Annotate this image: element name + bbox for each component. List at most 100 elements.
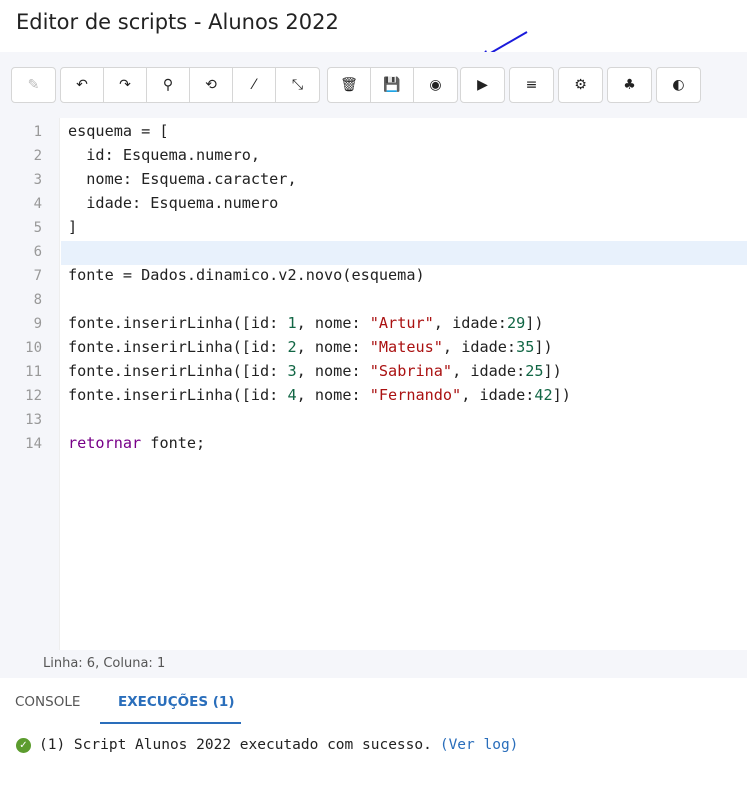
active-tab-indicator [100, 722, 241, 724]
code-token: esquema = [ [68, 122, 169, 140]
save-button[interactable]: 💾 [371, 68, 414, 102]
code-token: ] [68, 218, 78, 236]
code-token: ]) [534, 338, 553, 356]
redo-icon: ↷ [119, 77, 131, 93]
code-token: idade: Esquema.numero [68, 194, 279, 212]
code-line: fonte = Dados.dinamico.v2.novo(esquema) [68, 266, 425, 284]
contrast-icon: ◐ [672, 77, 685, 93]
active-line-highlight [61, 241, 747, 265]
code-token: "Sabrina" [369, 362, 453, 380]
code-token: , nome: [296, 386, 370, 404]
toolbar-group: ◐ [656, 67, 701, 103]
code-line: fonte.inserirLinha([id: 3, nome: "Sabrin… [68, 362, 562, 380]
globe-icon: ◉ [429, 77, 442, 93]
code-token: fonte.inserirLinha([id: [68, 362, 288, 380]
contrast-button[interactable]: ◐ [657, 68, 700, 102]
line-number: 3 [33, 172, 42, 188]
line-number: 4 [33, 196, 42, 212]
line-number: 2 [33, 148, 42, 164]
tab-console[interactable]: CONSOLE [15, 694, 80, 710]
toolbar-group: ▶ [460, 67, 505, 103]
code-token: 29 [506, 314, 526, 332]
editor-panel: ✎ ↶ ↷ ⚲ ⟲ ⁄ ⤡ 🗑 💾 ◉ ▶ ≡ ⚙ ♣ ◐ 1 2 3 4 5 6 7 8 9 10 11 12 13 14 esqu… [0, 52, 747, 678]
success-check-icon: ✓ [16, 737, 31, 753]
search-button[interactable]: ⚲ [147, 68, 190, 102]
sitemap-button[interactable]: ♣ [608, 68, 651, 102]
code-line: nome: Esquema.caracter, [68, 170, 297, 188]
code-token: 2 [287, 338, 297, 356]
code-token: ]) [552, 386, 571, 404]
globe-button[interactable]: ◉ [414, 68, 457, 102]
search-replace-button[interactable]: ⟲ [190, 68, 233, 102]
code-token: , idade: [442, 338, 517, 356]
pencil-icon: ✎ [27, 77, 40, 93]
code-token: "Artur" [369, 314, 434, 332]
undo-button[interactable]: ↶ [61, 68, 104, 102]
code-editor[interactable]: 1 2 3 4 5 6 7 8 9 10 11 12 13 14 esquema = [ id: Esqu… [0, 118, 747, 650]
code-line: fonte.inserirLinha([id: 1, nome: "Artur"… [68, 314, 544, 332]
magic-wand-icon: ⁄ [252, 77, 256, 93]
toolbar-group: ⚙ [558, 67, 603, 103]
code-token: "Fernando" [369, 386, 462, 404]
compress-button[interactable]: ⤡ [276, 68, 319, 102]
log-message: (1) Script Alunos 2022 executado com suc… [39, 737, 432, 753]
code-token: fonte.inserirLinha([id: [68, 314, 288, 332]
code-token: nome: Esquema.caracter, [68, 170, 297, 188]
line-gutter: 1 2 3 4 5 6 7 8 9 10 11 12 13 14 [0, 118, 60, 650]
play-button[interactable]: ▶ [461, 68, 504, 102]
line-number: 12 [25, 388, 42, 404]
toolbar-group: ≡ [509, 67, 554, 103]
save-icon: 💾 [383, 77, 401, 93]
toolbar-group: ↶ ↷ ⚲ ⟲ ⁄ ⤡ [60, 67, 320, 103]
view-log-link[interactable]: (Ver log) [440, 737, 519, 753]
undo-icon: ↶ [76, 77, 88, 93]
line-number: 13 [25, 412, 42, 428]
gear-button[interactable]: ⚙ [559, 68, 602, 102]
toolbar-group: ♣ [607, 67, 652, 103]
code-token: retornar [68, 434, 142, 452]
search-replace-icon: ⟲ [205, 77, 217, 93]
code-token: fonte; [141, 434, 206, 452]
code-token: , nome: [296, 338, 370, 356]
code-line: ] [68, 218, 77, 236]
line-number: 5 [33, 220, 42, 236]
format-button[interactable]: ≡ [510, 68, 553, 102]
code-token: 1 [287, 314, 297, 332]
code-line: retornar fonte; [68, 434, 205, 452]
page-title: Editor de scripts - Alunos 2022 [16, 10, 339, 34]
code-token: fonte.inserirLinha([id: [68, 338, 288, 356]
redo-button[interactable]: ↷ [104, 68, 147, 102]
toolbar-group: 🗑 💾 ◉ [327, 67, 458, 103]
log-entry: ✓ (1) Script Alunos 2022 executado com s… [16, 737, 518, 753]
code-line: fonte.inserirLinha([id: 2, nome: "Mateus… [68, 338, 553, 356]
bottom-tabs: CONSOLE EXECUÇÕES (1) [0, 680, 747, 725]
code-token: 35 [516, 338, 535, 356]
code-token: , nome: [296, 362, 370, 380]
trash-button[interactable]: 🗑 [328, 68, 371, 102]
cursor-position: Linha: 6, Coluna: 1 [43, 656, 166, 671]
code-token: fonte = Dados.dinamico.v2.novo(esquema) [68, 266, 425, 284]
code-line: id: Esquema.numero, [68, 146, 260, 164]
tab-executions[interactable]: EXECUÇÕES (1) [118, 694, 234, 710]
code-token: , nome: [296, 314, 370, 332]
sitemap-icon: ♣ [623, 77, 636, 93]
toolbar-group: ✎ [11, 67, 56, 103]
format-icon: ≡ [525, 77, 538, 93]
code-token: id: Esquema.numero, [68, 146, 261, 164]
line-number: 6 [33, 244, 42, 260]
code-token: 25 [525, 362, 544, 380]
code-token: , idade: [433, 314, 507, 332]
code-token: 42 [534, 386, 553, 404]
magic-wand-button[interactable]: ⁄ [233, 68, 276, 102]
search-icon: ⚲ [162, 77, 174, 93]
code-line: fonte.inserirLinha([id: 4, nome: "Fernan… [68, 386, 571, 404]
code-token: , idade: [452, 362, 526, 380]
play-icon: ▶ [477, 77, 488, 93]
code-token: 4 [287, 386, 297, 404]
line-number: 11 [25, 364, 42, 380]
code-line: idade: Esquema.numero [68, 194, 278, 212]
code-token: "Mateus" [369, 338, 443, 356]
pencil-button[interactable]: ✎ [12, 68, 55, 102]
code-token: ]) [525, 314, 544, 332]
code-token: ]) [543, 362, 562, 380]
